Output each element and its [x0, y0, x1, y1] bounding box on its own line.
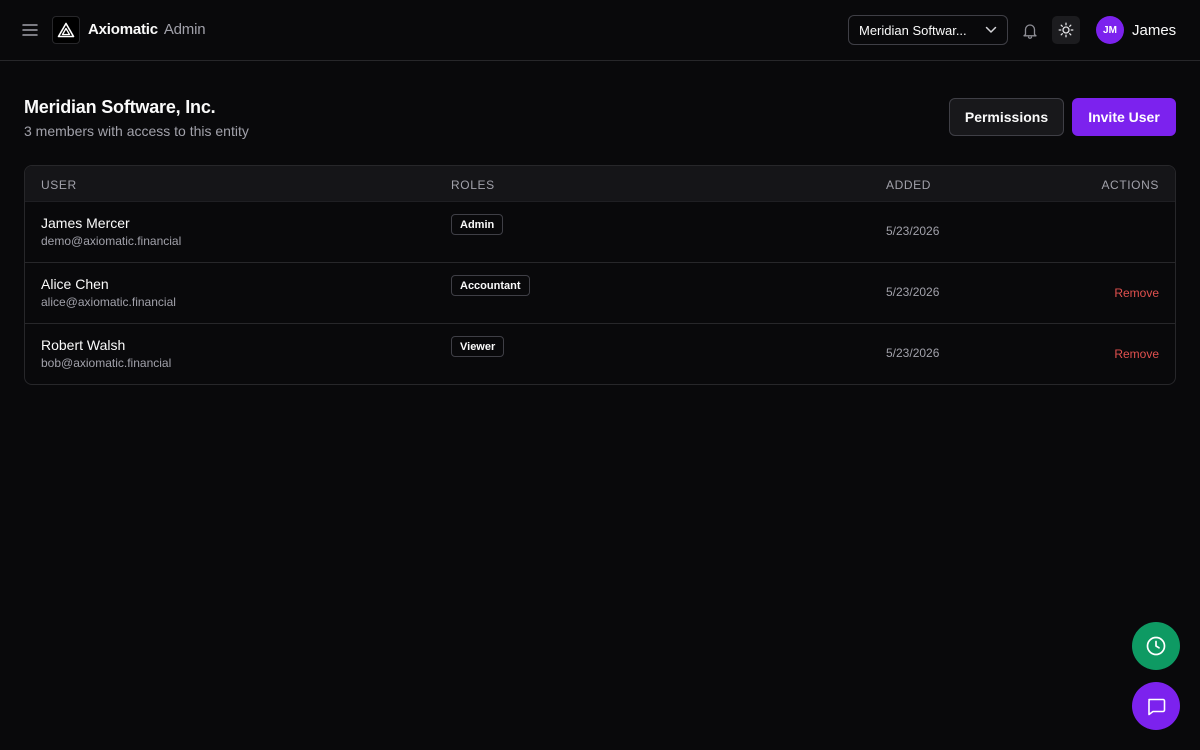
table-row: James Mercer demo@axiomatic.financial Ad… — [25, 202, 1175, 263]
invite-user-button[interactable]: Invite User — [1072, 98, 1176, 136]
role-badge: Viewer — [451, 336, 505, 357]
remove-user-button[interactable]: Remove — [1114, 347, 1159, 362]
bell-icon[interactable] — [1019, 19, 1041, 41]
user-name-cell: James Mercer — [41, 215, 130, 231]
user-name: James — [1132, 21, 1177, 39]
brand-name: Axiomatic — [88, 21, 158, 38]
members-table: USER ROLES ADDED ACTIONS James Mercer de… — [24, 165, 1176, 385]
triangle-logo-icon[interactable] — [52, 16, 80, 44]
role-badge: Accountant — [451, 275, 530, 296]
added-date-cell: 5/23/2026 — [886, 285, 940, 299]
added-date-cell: 5/23/2026 — [886, 224, 940, 238]
page-subtitle: 3 members with access to this entity — [24, 123, 249, 139]
added-date-cell: 5/23/2026 — [886, 346, 940, 360]
table-row: Alice Chen alice@axiomatic.financial Acc… — [25, 263, 1175, 324]
user-email-cell: demo@axiomatic.financial — [41, 234, 182, 248]
chevron-down-icon — [985, 26, 997, 34]
table-row: Robert Walsh bob@axiomatic.financial Vie… — [25, 324, 1175, 384]
column-header-added: ADDED — [886, 178, 932, 192]
user-name-cell: Alice Chen — [41, 276, 109, 292]
entity-selector-value: Meridian Softwar... — [859, 22, 967, 38]
permissions-button[interactable]: Permissions — [949, 98, 1064, 136]
user-email-cell: bob@axiomatic.financial — [41, 356, 172, 370]
user-menu[interactable]: JM James — [1096, 16, 1176, 44]
table-header: USER ROLES ADDED ACTIONS — [25, 166, 1175, 202]
brand: Axiomatic Admin — [88, 21, 206, 39]
column-header-actions: ACTIONS — [1101, 178, 1159, 192]
clock-icon[interactable] — [1132, 622, 1180, 670]
user-email-cell: alice@axiomatic.financial — [41, 295, 176, 309]
entity-selector[interactable]: Meridian Softwar... — [848, 15, 1008, 45]
page-title: Meridian Software, Inc. — [24, 97, 216, 117]
user-name-cell: Robert Walsh — [41, 337, 126, 353]
top-bar: Axiomatic Admin Meridian Softwar... JM J… — [0, 0, 1200, 61]
avatar: JM — [1096, 16, 1124, 44]
column-header-roles: ROLES — [451, 178, 495, 192]
chat-icon[interactable] — [1132, 682, 1180, 730]
column-header-user: USER — [41, 178, 77, 192]
role-badge: Admin — [451, 214, 504, 235]
menu-icon[interactable] — [19, 19, 41, 41]
brand-suffix: Admin — [163, 21, 206, 38]
remove-user-button[interactable]: Remove — [1114, 286, 1159, 301]
sun-icon[interactable] — [1052, 16, 1080, 44]
